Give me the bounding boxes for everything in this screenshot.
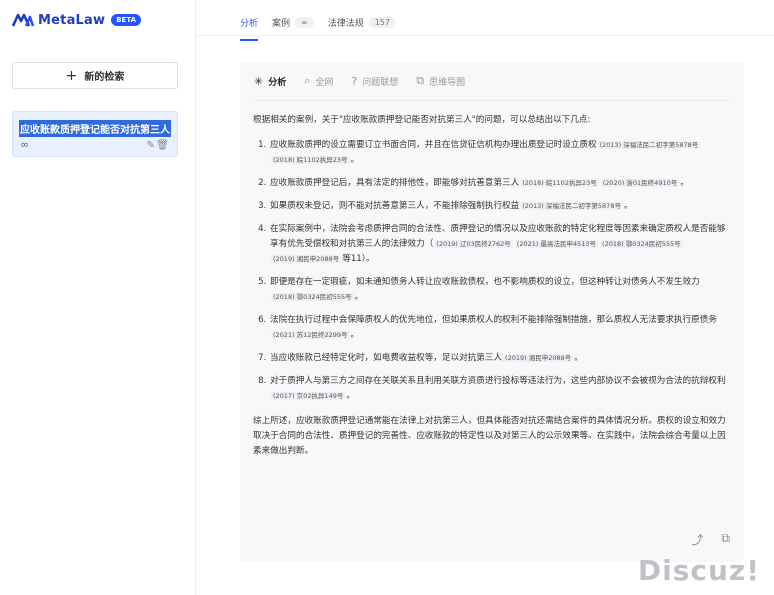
point-tail: 。 (680, 178, 689, 188)
subtab-web[interactable]: ⌕ 全网 (304, 74, 333, 88)
beta-badge: BETA (111, 14, 141, 26)
tab-analysis-label: 分析 (240, 18, 259, 29)
list-item: 如果质权未登记，则不能对抗善意第三人，不能排除强制执行权益(2013) 深福法民… (269, 199, 733, 214)
case-citation[interactable]: (2018) 鄂0324民初555号 (271, 293, 354, 301)
case-citation[interactable]: (2019) 湘民申2088号 (271, 255, 342, 263)
analysis-content: 根据相关的案例，关于"应收账款质押登记能否对抗第三人"的问题，可以总结出以下几点… (253, 113, 733, 459)
question-icon: ? (351, 74, 358, 88)
sparkle-icon: ✳ (254, 74, 264, 88)
top-divider (196, 35, 774, 36)
top-tabs: 分析 案例 ∞ 法律法规 157 (240, 12, 410, 41)
infinity-icon: ∞ (20, 138, 30, 151)
delete-icon[interactable]: 🗑 (156, 140, 169, 151)
list-item: 应收账款质押的设立需要订立书面合同，并且在信贷征信机构办理出质登记时设立质权(2… (269, 138, 733, 168)
share-icon[interactable]: ⤴ (691, 531, 703, 548)
new-search-label: 新的检索 (84, 72, 125, 83)
point-tail: 。 (350, 155, 360, 165)
subtab-mindmap-label: 思维导图 (429, 77, 466, 88)
point-text: 对于质押人与第三方之间存在关联关系且利用关联方资质进行投标等违法行为，这些内部协… (270, 376, 726, 386)
analysis-card: ✳ 分析 ⌕ 全网 ? 问题联想 ⧉ 思维导图 根据相关的案例，关于"应收账款质… (240, 62, 744, 562)
point-text: 应收账款质押的设立需要订立书面合同，并且在信贷征信机构办理出质登记时设立质权 (270, 140, 597, 150)
case-citation[interactable]: (2018) 皖1102执异23号 (520, 179, 599, 187)
list-item: 对于质押人与第三方之间存在关联关系且利用关联方资质进行投标等违法行为，这些内部协… (269, 374, 733, 404)
point-tail: 。 (350, 330, 360, 340)
list-item: 法院在执行过程中会保障质权人的优先地位，但如果质权人的权利不能排除强制措施，那么… (269, 313, 733, 343)
subtab-analysis-label: 分析 (268, 77, 287, 88)
logo[interactable]: MetaLaw BETA (12, 12, 141, 28)
summary-text: 综上所述，应收账款质押登记通常能在法律上对抗第三人，但具体能否对抗还需结合案件的… (253, 416, 726, 456)
case-citation[interactable]: (2021) 最高法民申4513号 (514, 240, 599, 248)
points-list: 应收账款质押的设立需要订立书面合同，并且在信贷征信机构办理出质登记时设立质权(2… (253, 138, 733, 404)
list-item: 在实际案例中，法院会考虑质押合同的合法性、质押登记的情况以及应收账款的特定化程度… (269, 222, 733, 267)
cases-count-badge: ∞ (295, 16, 314, 28)
search-icon: ⌕ (304, 74, 311, 87)
point-text: 应收账款质押登记后，具有法定的排他性，即能够对抗善意第三人 (270, 178, 520, 188)
tab-cases-label: 案例 (272, 18, 291, 29)
case-citation[interactable]: (2018) 皖1102执异23号 (271, 156, 350, 164)
copy-icon[interactable]: ⧉ (721, 531, 730, 548)
case-citation[interactable]: (2021) 苏12民终2299号 (271, 331, 350, 339)
plus-icon: + (65, 67, 78, 84)
case-citation[interactable]: (2019) 湘民申2088号 (503, 354, 574, 362)
point-tail: 。 (346, 391, 355, 401)
point-text: 如果质权未登记，则不能对抗善意第三人，不能排除强制执行权益 (270, 201, 520, 211)
card-actions: ⤴ ⧉ (673, 531, 730, 548)
case-citation[interactable]: (2018) 鄂0324民初555号 (600, 240, 683, 248)
point-text: 当应收账款已经特定化时，如电费收益权等，足以对抗第三人 (270, 353, 503, 363)
laws-count-badge: 157 (368, 16, 396, 28)
list-item: 即便是存在一定瑕疵，如未通知债务人转让应收账款债权，也不影响质权的设立，但这种转… (269, 275, 733, 305)
tab-analysis[interactable]: 分析 (240, 12, 259, 41)
case-citation[interactable]: (2019) 辽03民终2762号 (434, 240, 513, 248)
mindmap-icon: ⧉ (416, 74, 425, 87)
tab-laws[interactable]: 法律法规 157 (328, 12, 396, 32)
metalaw-logo-icon (12, 13, 34, 27)
point-tail: 等11）。 (342, 254, 375, 264)
edit-icon[interactable]: ✎ (147, 140, 155, 151)
sub-tabs: ✳ 分析 ⌕ 全网 ? 问题联想 ⧉ 思维导图 (254, 74, 483, 88)
subtab-web-label: 全网 (315, 77, 334, 88)
case-citation[interactable]: (2013) 深福法民二初字第5878号 (520, 202, 623, 210)
brand-name: MetaLaw (38, 12, 106, 28)
point-text: 即便是存在一定瑕疵，如未通知债务人转让应收账款债权，也不影响质权的设立，但这种转… (270, 277, 700, 287)
point-tail: 。 (623, 201, 633, 211)
subtab-analysis[interactable]: ✳ 分析 (254, 75, 286, 88)
card-divider (254, 100, 730, 101)
point-tail: 。 (354, 292, 364, 302)
new-search-button[interactable]: + 新的检索 (12, 62, 178, 89)
tab-laws-label: 法律法规 (327, 18, 364, 29)
list-item: 当应收账款已经特定化时，如电费收益权等，足以对抗第三人(2019) 湘民申208… (269, 351, 733, 366)
point-tail: 。 (574, 353, 583, 363)
case-citation[interactable]: (2017) 京02执异149号 (271, 392, 346, 400)
watermark: Discuz! (637, 554, 760, 587)
point-text: 法院在执行过程中会保障质权人的优先地位，但如果质权人的权利不能排除强制措施，那么… (270, 315, 717, 325)
history-item[interactable]: 应收账款质押登记能否对抗第三人 ∞ ✎ 🗑 (12, 111, 178, 157)
case-citation[interactable]: (2020) 浙01民终4910号 (600, 179, 680, 187)
subtab-mindmap[interactable]: ⧉ 思维导图 (416, 74, 465, 88)
subtab-related-label: 问题联想 (362, 77, 399, 88)
case-citation[interactable]: (2013) 深福法民二初字第5878号 (597, 141, 701, 149)
history-item-title: 应收账款质押登记能否对抗第三人 (19, 120, 171, 137)
subtab-related-questions[interactable]: ? 问题联想 (351, 75, 398, 88)
tab-cases[interactable]: 案例 ∞ (272, 12, 314, 32)
intro-text: 根据相关的案例，关于"应收账款质押登记能否对抗第三人"的问题，可以总结出以下几点… (253, 115, 591, 125)
list-item: 应收账款质押登记后，具有法定的排他性，即能够对抗善意第三人(2018) 皖110… (269, 176, 733, 191)
sidebar: MetaLaw BETA + 新的检索 应收账款质押登记能否对抗第三人 ∞ ✎ … (0, 0, 196, 595)
